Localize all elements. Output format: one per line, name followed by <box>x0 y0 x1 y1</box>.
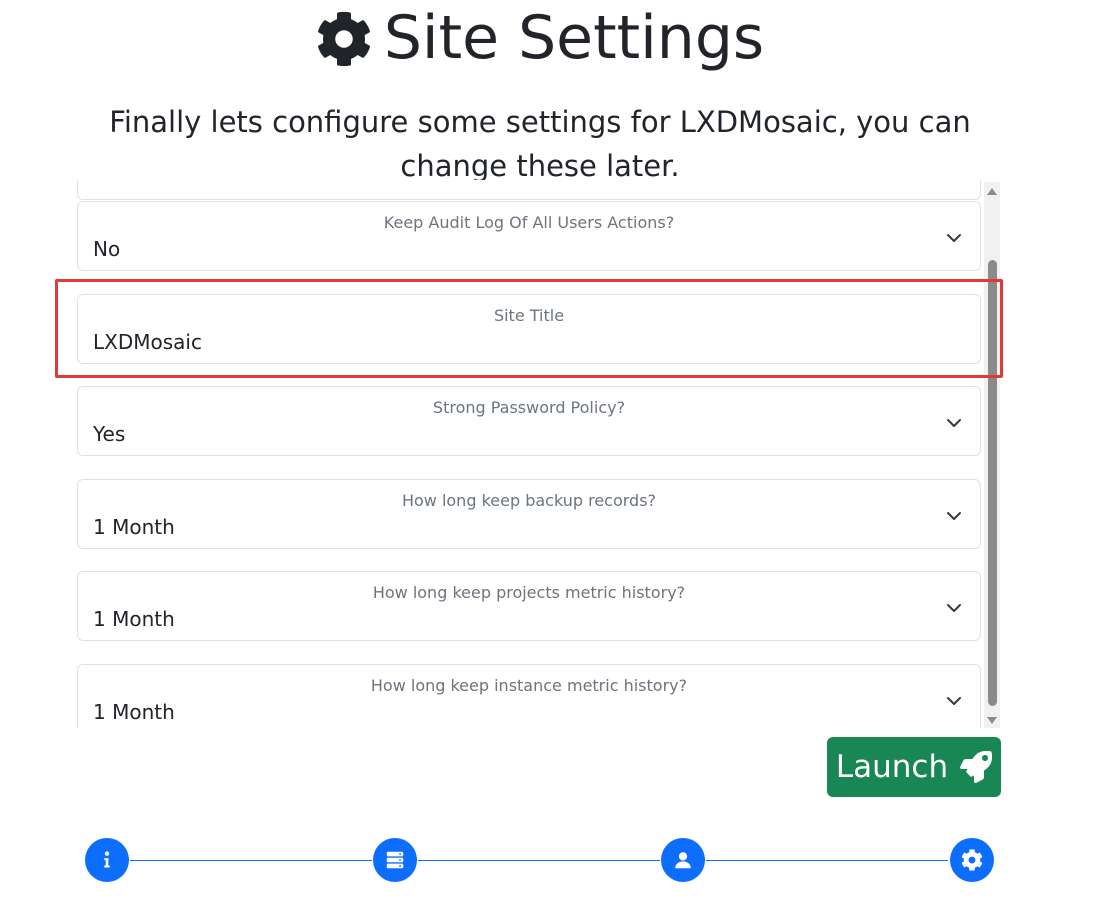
strong-password-select[interactable]: Strong Password Policy? Yes <box>77 386 981 456</box>
instance-metric-label: How long keep instance metric history? <box>370 676 688 695</box>
settings-scroll-area[interactable]: Keep Audit Log Of All Users Actions? No … <box>70 180 1000 728</box>
step-connector <box>130 860 372 861</box>
site-title-value: LXDMosaic <box>93 330 202 354</box>
info-icon <box>104 851 110 868</box>
launch-label: Launch <box>835 749 949 785</box>
instance-metric-value: 1 Month <box>93 700 175 724</box>
backup-records-select[interactable]: How long keep backup records? 1 Month <box>77 479 981 549</box>
chevron-down-icon <box>947 697 961 705</box>
user-icon <box>675 852 691 869</box>
chevron-down-icon <box>947 419 961 427</box>
page-title: Site Settings <box>0 2 1080 74</box>
step-info[interactable] <box>85 838 129 882</box>
projects-metric-select[interactable]: How long keep projects metric history? 1… <box>77 571 981 641</box>
step-user[interactable] <box>661 838 705 882</box>
strong-password-label: Strong Password Policy? <box>432 398 626 417</box>
chevron-down-icon <box>947 604 961 612</box>
server-icon <box>386 851 404 869</box>
scrollbar[interactable] <box>984 182 1000 728</box>
gear-icon <box>317 11 370 67</box>
audit-log-select[interactable]: Keep Audit Log Of All Users Actions? No <box>77 201 981 271</box>
gear-icon <box>961 849 983 871</box>
step-settings[interactable] <box>950 838 994 882</box>
strong-password-value: Yes <box>93 422 126 446</box>
chevron-down-icon <box>947 234 961 242</box>
backup-records-label: How long keep backup records? <box>401 491 657 510</box>
scroll-up-arrow[interactable] <box>987 188 997 195</box>
step-connector <box>418 860 660 861</box>
scrollbar-thumb[interactable] <box>988 260 997 706</box>
partial-card-top <box>77 180 981 200</box>
projects-metric-label: How long keep projects metric history? <box>372 583 686 602</box>
site-title-label: Site Title <box>493 306 565 325</box>
step-connector <box>706 860 948 861</box>
instance-metric-select[interactable]: How long keep instance metric history? 1… <box>77 664 981 728</box>
scroll-down-arrow[interactable] <box>987 717 997 724</box>
audit-log-value: No <box>93 237 121 261</box>
backup-records-value: 1 Month <box>93 515 175 539</box>
launch-button[interactable]: Launch <box>827 737 1001 797</box>
audit-log-label: Keep Audit Log Of All Users Actions? <box>383 213 675 232</box>
site-title-field[interactable]: Site Title LXDMosaic <box>77 294 981 364</box>
page-subtitle: Finally lets configure some settings for… <box>109 105 971 183</box>
projects-metric-value: 1 Month <box>93 607 175 631</box>
rocket-icon <box>960 751 993 783</box>
chevron-down-icon <box>947 512 961 520</box>
page-title-text: Site Settings <box>383 3 765 73</box>
step-server[interactable] <box>373 838 417 882</box>
